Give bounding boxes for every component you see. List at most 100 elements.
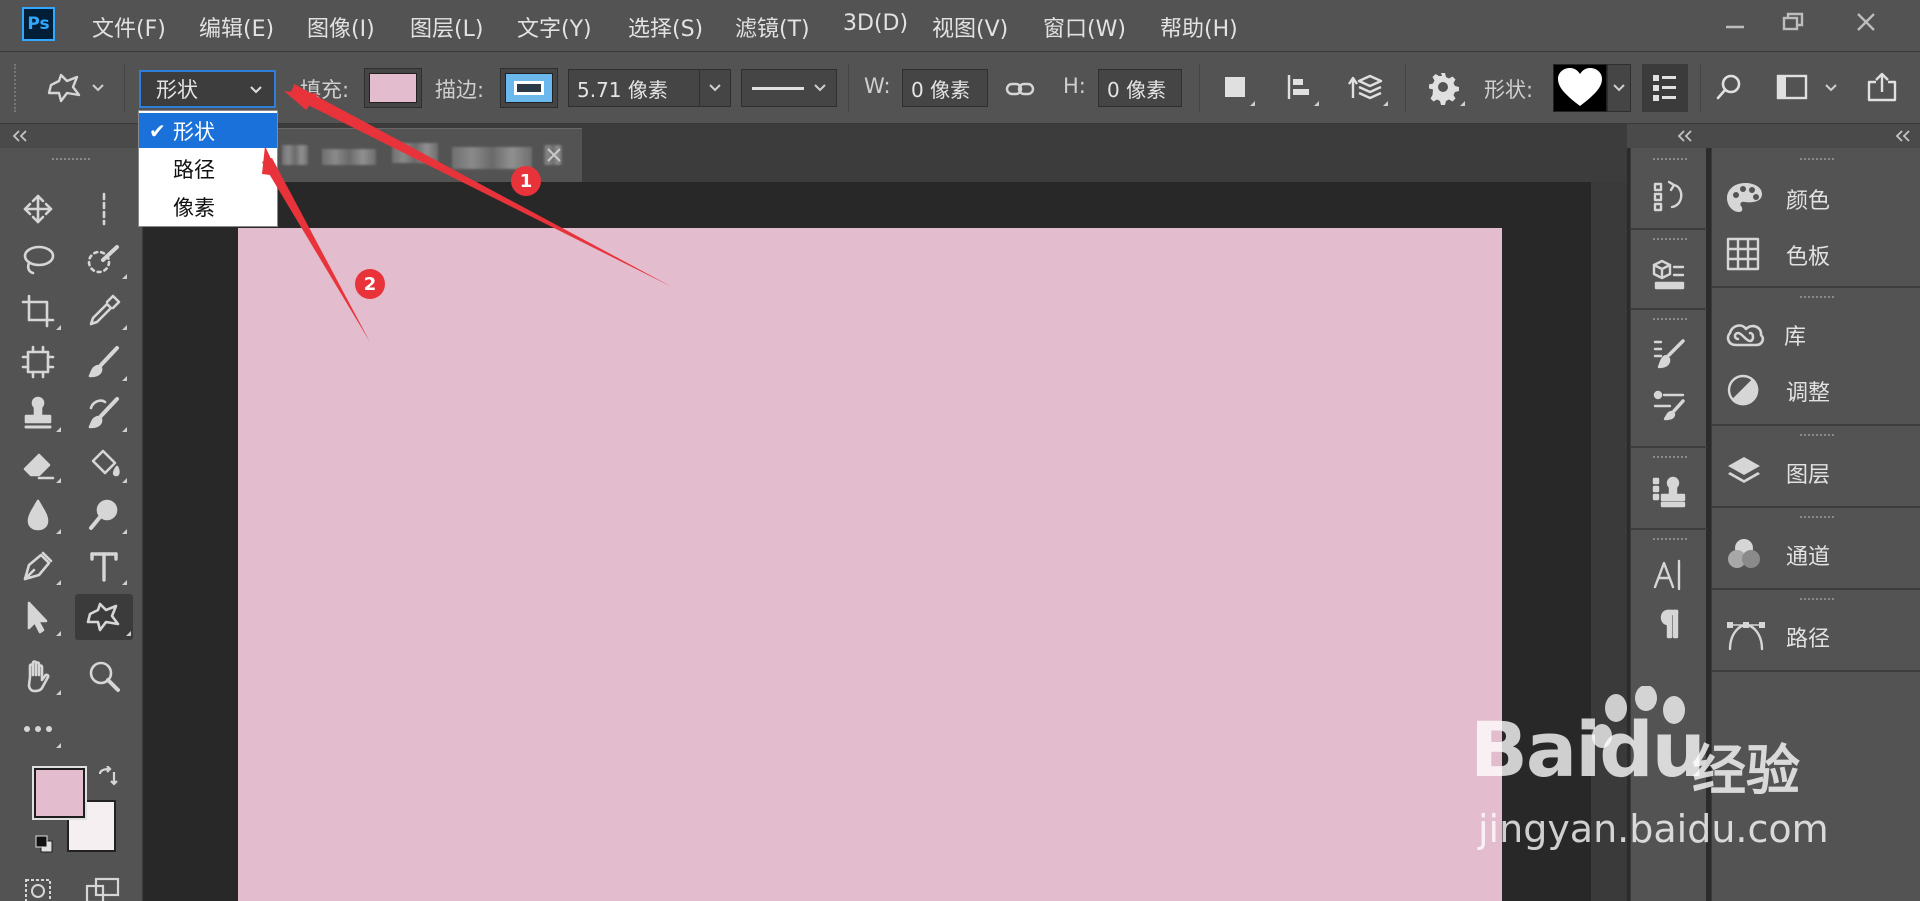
height-input[interactable]: 0 像素 <box>1098 69 1182 107</box>
channels-panel-tab[interactable]: 通道 <box>1726 532 1916 576</box>
eraser-tool[interactable] <box>13 441 63 487</box>
menu-view[interactable]: 视图(V) <box>932 11 1008 43</box>
crop-tool[interactable] <box>13 288 63 334</box>
fill-color-chip <box>369 73 417 103</box>
stamp-icon <box>24 396 52 429</box>
geometry-options-button[interactable] <box>1419 64 1467 110</box>
frame-tool[interactable] <box>13 339 63 385</box>
menu-image[interactable]: 图像(I) <box>307 11 375 43</box>
libraries-panel-tab[interactable]: 库 <box>1724 312 1914 356</box>
marquee-tool[interactable] <box>79 186 129 232</box>
history-panel-button[interactable] <box>1644 174 1694 218</box>
tools-panel-header[interactable] <box>0 124 143 148</box>
clone-source-panel-button[interactable] <box>1644 470 1694 514</box>
shape-preset-dropdown[interactable] <box>1607 64 1631 112</box>
shape-label: 形状: <box>1484 78 1534 102</box>
stroke-type-dropdown[interactable] <box>741 69 837 107</box>
adjustments-panel-tab[interactable]: 调整 <box>1726 368 1916 412</box>
workspace-dropdown[interactable] <box>1822 80 1840 96</box>
brushes-panel-button[interactable] <box>1644 382 1694 426</box>
creative-cloud-icon <box>1726 324 1765 347</box>
share-button[interactable] <box>1858 64 1906 110</box>
workspace-button[interactable] <box>1768 64 1816 110</box>
mode-option-path[interactable]: 路径 <box>139 151 277 186</box>
pen-tool[interactable] <box>13 543 63 589</box>
zoom-icon <box>89 661 120 692</box>
menu-window[interactable]: 窗口(W) <box>1043 11 1126 43</box>
brushes-icon <box>1653 390 1685 421</box>
tools-grip[interactable] <box>52 158 90 163</box>
mode-option-shape[interactable]: ✔ 形状 <box>139 113 277 148</box>
width-input[interactable]: 0 像素 <box>902 69 988 107</box>
history-brush-tool[interactable] <box>79 390 129 436</box>
menu-filter[interactable]: 滤镜(T) <box>735 11 810 43</box>
shape-preset-picker[interactable] <box>1553 64 1607 112</box>
foreground-color-swatch[interactable] <box>32 766 87 820</box>
layers-panel-tab[interactable]: 图层 <box>1726 450 1916 494</box>
separator <box>1199 64 1200 112</box>
move-tool[interactable] <box>13 186 63 232</box>
menu-3d[interactable]: 3D(D) <box>843 11 908 36</box>
height-label: H: <box>1063 74 1086 98</box>
restore-button[interactable] <box>1764 4 1822 40</box>
menu-file[interactable]: 文件(F) <box>92 11 166 43</box>
eyedropper-tool[interactable] <box>79 288 129 334</box>
dodge-tool[interactable] <box>79 492 129 538</box>
default-colors-button[interactable] <box>34 834 54 854</box>
panel-dock-header[interactable] <box>1627 124 1920 148</box>
fill-swatch[interactable] <box>364 68 422 108</box>
palette-icon <box>1727 183 1762 212</box>
stroke-width-dropdown[interactable] <box>699 69 731 107</box>
stroke-swatch[interactable] <box>500 68 558 108</box>
arrow-pointer-icon <box>27 601 48 634</box>
character-icon <box>1653 559 1681 591</box>
options-grip[interactable] <box>14 64 18 112</box>
paths-panel-tab[interactable]: 路径 <box>1726 614 1916 658</box>
menu-type[interactable]: 文字(Y) <box>517 11 592 43</box>
type-tool[interactable] <box>79 543 129 589</box>
brush-tool[interactable] <box>79 339 129 385</box>
menu-edit[interactable]: 编辑(E) <box>199 11 274 43</box>
menu-layer[interactable]: 图层(L) <box>410 11 483 43</box>
minimize-button[interactable] <box>1706 4 1764 40</box>
search-button[interactable] <box>1706 64 1752 110</box>
clone-stamp-tool[interactable] <box>13 390 63 436</box>
3d-panel-button[interactable] <box>1644 252 1694 296</box>
edit-toolbar-button[interactable] <box>13 706 63 752</box>
mode-option-pixels[interactable]: 像素 <box>139 189 277 224</box>
stroke-color-chip <box>505 73 553 103</box>
close-tab-icon[interactable] <box>546 147 562 163</box>
color-panel-tab[interactable]: 颜色 <box>1726 176 1916 220</box>
path-selection-tool[interactable] <box>13 594 63 640</box>
paint-bucket-icon <box>91 449 120 477</box>
menu-select[interactable]: 选择(S) <box>628 11 703 43</box>
quick-mask-button[interactable] <box>22 876 58 901</box>
paint-bucket-tool[interactable] <box>79 441 129 487</box>
brush-settings-panel-button[interactable] <box>1644 332 1694 376</box>
screen-mode-button[interactable] <box>84 876 124 901</box>
lasso-tool[interactable] <box>13 237 63 283</box>
quick-selection-tool[interactable] <box>79 237 129 283</box>
document-canvas[interactable] <box>238 228 1502 901</box>
stroke-width-input[interactable]: 5.71 像素 <box>568 69 700 107</box>
separator <box>1700 64 1701 112</box>
tool-preset-picker[interactable] <box>40 66 90 110</box>
swap-colors-button[interactable] <box>96 765 120 790</box>
blur-tool[interactable] <box>13 492 63 538</box>
tool-mode-select[interactable]: 形状 <box>139 70 276 108</box>
zoom-tool[interactable] <box>79 653 129 699</box>
path-arrangement-button[interactable] <box>1342 64 1390 110</box>
chevron-down-icon[interactable] <box>90 80 106 96</box>
path-operations-button[interactable] <box>1213 64 1257 110</box>
close-window-button[interactable] <box>1837 4 1895 40</box>
align-edges-toggle[interactable] <box>1642 64 1688 112</box>
character-panel-button[interactable] <box>1644 552 1694 596</box>
move-icon <box>23 194 53 224</box>
menu-help[interactable]: 帮助(H) <box>1160 11 1238 43</box>
link-dimensions-button[interactable] <box>1002 74 1038 104</box>
path-alignment-button[interactable] <box>1277 64 1321 110</box>
swatches-panel-tab[interactable]: 色板 <box>1726 232 1916 276</box>
paragraph-panel-button[interactable] <box>1644 602 1694 646</box>
custom-shape-tool[interactable] <box>75 594 133 640</box>
hand-tool[interactable] <box>13 653 63 699</box>
